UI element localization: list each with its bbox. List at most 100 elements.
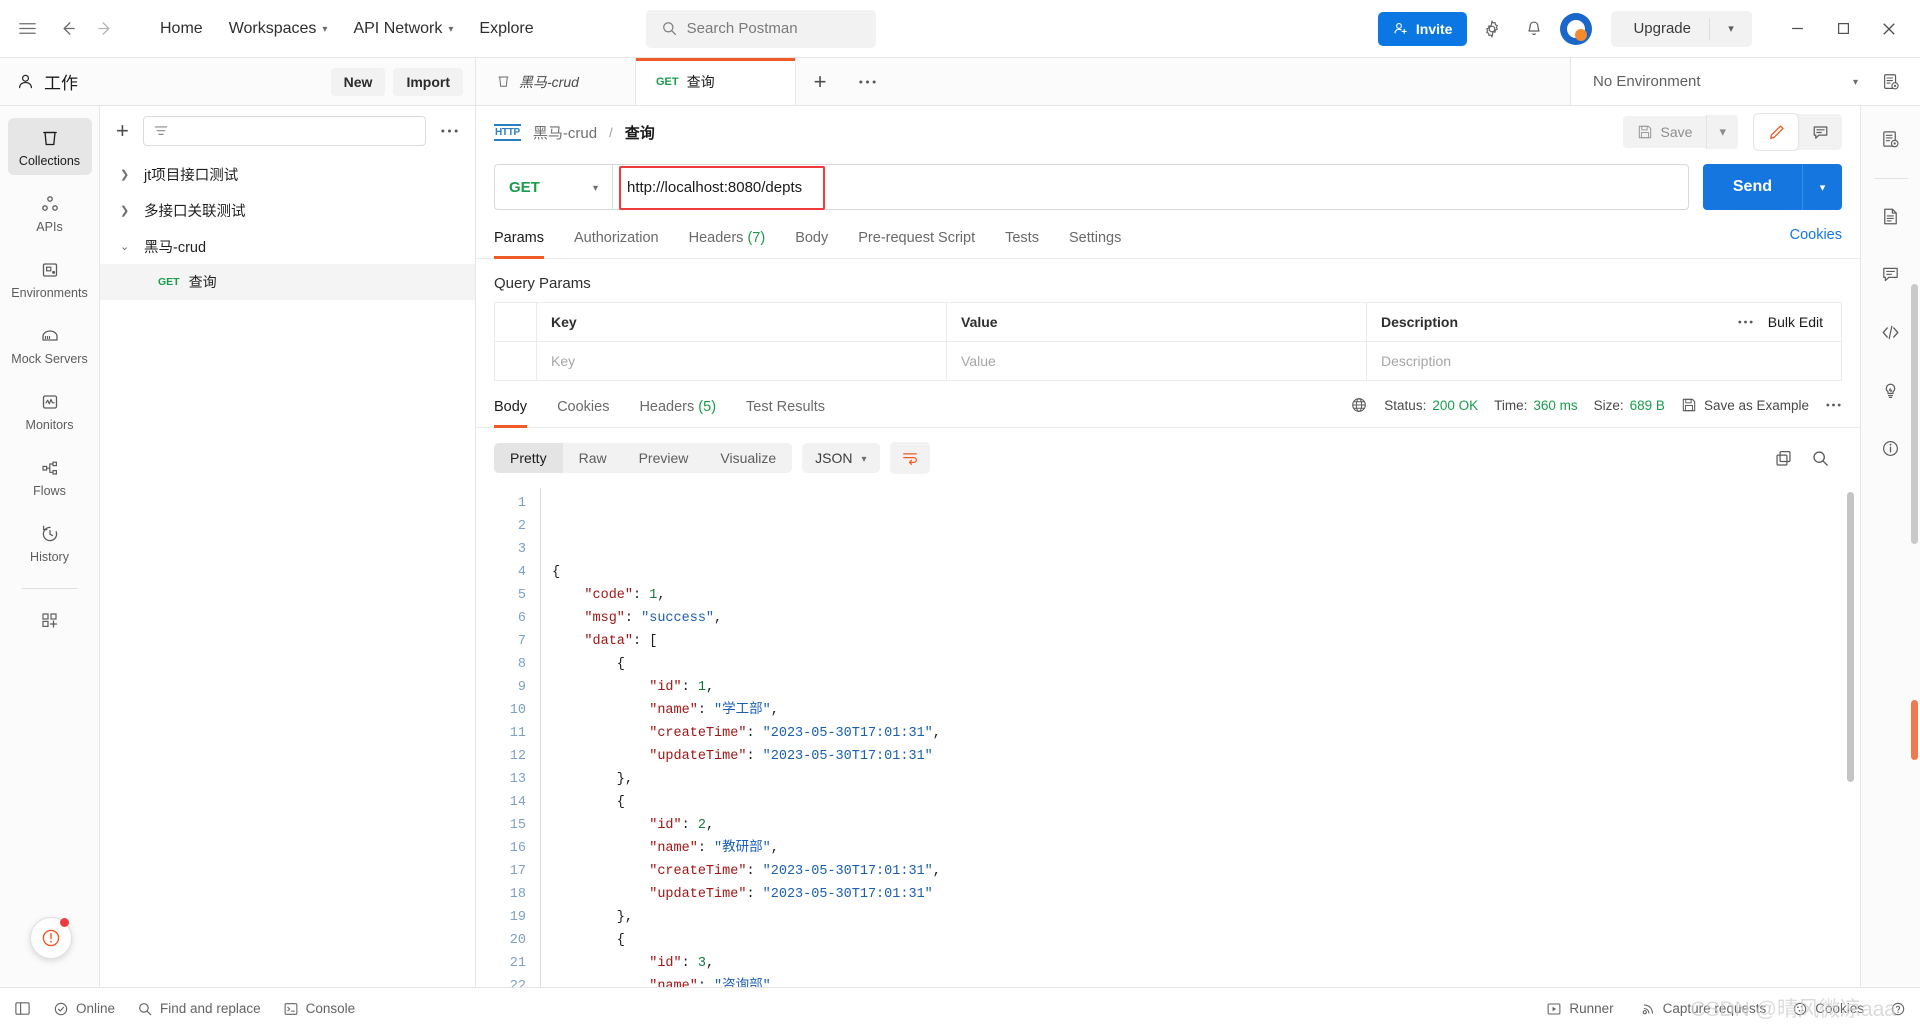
close-icon[interactable] bbox=[1866, 9, 1912, 49]
response-body-viewer[interactable]: 1 2 3 4 5 6 7 8 9 10 11 12 13 14 15 16 17 18 19 20 21 22 { "c… bbox=[476, 484, 1860, 987]
response-tab-body[interactable]: Body bbox=[494, 393, 528, 428]
environment-select[interactable]: No Environment ▾ bbox=[1585, 67, 1866, 96]
sidebar-collection-multi[interactable]: ❯ 多接口关联测试 bbox=[100, 192, 475, 228]
tab-tests[interactable]: Tests bbox=[1005, 224, 1039, 258]
rail-item-apis[interactable]: APIs bbox=[8, 184, 92, 241]
request-tab-query[interactable]: GET 查询 bbox=[636, 58, 796, 105]
rail-item-collections[interactable]: Collections bbox=[7, 118, 92, 175]
info-icon[interactable] bbox=[1870, 427, 1912, 469]
response-tab-test-results[interactable]: Test Results bbox=[746, 393, 825, 427]
breadcrumb-collection[interactable]: 黑马-crud bbox=[533, 122, 597, 143]
sidebar-toggle-icon[interactable] bbox=[14, 1000, 31, 1017]
help-fab-button[interactable] bbox=[30, 917, 72, 959]
wrap-lines-icon[interactable] bbox=[889, 442, 930, 474]
ellipsis-icon[interactable] bbox=[436, 128, 463, 134]
pencil-icon[interactable] bbox=[1754, 114, 1798, 150]
tab-settings[interactable]: Settings bbox=[1069, 224, 1121, 258]
sidebar-collection-jt[interactable]: ❯ jt项目接口测试 bbox=[100, 156, 475, 192]
arrow-right-icon[interactable] bbox=[88, 12, 122, 46]
http-method-select[interactable]: GET ▾ bbox=[494, 164, 612, 210]
save-as-example-button[interactable]: Save as Example bbox=[1681, 397, 1809, 413]
search-icon[interactable] bbox=[1811, 449, 1830, 468]
status-online[interactable]: Online bbox=[53, 1001, 115, 1017]
row-checkbox-cell[interactable] bbox=[495, 342, 537, 380]
view-mode-pretty[interactable]: Pretty bbox=[494, 443, 563, 473]
tab-body[interactable]: Body bbox=[795, 224, 828, 258]
breadcrumb-request-name[interactable]: 查询 bbox=[625, 122, 655, 143]
menu-item-api-network[interactable]: API Network ▾ bbox=[341, 13, 465, 45]
runner-button[interactable]: Runner bbox=[1546, 1001, 1614, 1017]
rail-item-environments[interactable]: Environments bbox=[8, 250, 92, 307]
ellipsis-icon[interactable] bbox=[1737, 319, 1754, 325]
pane-scrollbar[interactable] bbox=[1911, 284, 1918, 544]
description-input[interactable]: Description bbox=[1367, 342, 1841, 380]
menu-item-workspaces[interactable]: Workspaces ▾ bbox=[217, 13, 340, 45]
console-button[interactable]: Console bbox=[283, 1001, 355, 1017]
invite-button[interactable]: Invite bbox=[1377, 11, 1468, 46]
response-tab-headers[interactable]: Headers (5) bbox=[639, 393, 716, 427]
cookies-link[interactable]: Cookies bbox=[1790, 227, 1842, 255]
chevron-down-icon[interactable]: ▾ bbox=[1710, 22, 1752, 35]
environment-quick-look-icon[interactable] bbox=[1870, 118, 1912, 160]
lightbulb-icon[interactable] bbox=[1870, 369, 1912, 411]
sidebar-request-query[interactable]: GET 查询 bbox=[100, 264, 475, 300]
tab-params[interactable]: Params bbox=[494, 224, 544, 259]
comment-icon[interactable] bbox=[1798, 114, 1842, 150]
ellipsis-icon[interactable] bbox=[1825, 402, 1842, 408]
comments-icon[interactable] bbox=[1870, 253, 1912, 295]
code-snippet-icon[interactable] bbox=[1870, 311, 1912, 353]
sidebar-collection-heima-crud[interactable]: ⌄ 黑马-crud bbox=[100, 228, 475, 264]
view-mode-raw[interactable]: Raw bbox=[563, 443, 623, 473]
send-options-chevron-down-icon[interactable]: ▾ bbox=[1802, 164, 1842, 210]
json-code[interactable]: { "code": 1, "msg": "success", "data": [… bbox=[538, 484, 1860, 987]
plus-icon[interactable]: + bbox=[796, 58, 844, 105]
save-options-chevron-down-icon[interactable]: ▾ bbox=[1706, 115, 1738, 149]
rail-item-mock-servers[interactable]: Mock Servers bbox=[8, 316, 92, 373]
key-input[interactable]: Key bbox=[537, 342, 947, 380]
bulk-edit-button[interactable]: Bulk Edit bbox=[1768, 314, 1823, 330]
arrow-left-icon[interactable] bbox=[50, 12, 84, 46]
add-module-icon[interactable] bbox=[33, 603, 67, 637]
upgrade-button[interactable]: Upgrade ▾ bbox=[1611, 10, 1752, 47]
ellipsis-icon[interactable] bbox=[844, 58, 890, 105]
find-and-replace-button[interactable]: Find and replace bbox=[137, 1001, 261, 1017]
capture-requests-button[interactable]: Capture requests bbox=[1640, 1001, 1766, 1017]
maximize-icon[interactable] bbox=[1820, 9, 1866, 49]
view-mode-preview[interactable]: Preview bbox=[623, 443, 705, 473]
new-button[interactable]: New bbox=[330, 67, 386, 96]
search-input[interactable]: Search Postman bbox=[645, 9, 876, 48]
tab-pre-request-script[interactable]: Pre-request Script bbox=[858, 224, 975, 258]
menu-icon[interactable] bbox=[10, 12, 44, 46]
gear-icon[interactable] bbox=[1475, 12, 1509, 46]
request-tab-collection[interactable]: 黑马-crud bbox=[476, 58, 636, 105]
documentation-icon[interactable] bbox=[1870, 195, 1912, 237]
environment-quick-look-icon[interactable] bbox=[1876, 72, 1906, 92]
help-circle-icon[interactable] bbox=[1890, 1001, 1906, 1017]
bell-icon[interactable] bbox=[1517, 12, 1551, 46]
url-input[interactable]: http://localhost:8080/depts bbox=[612, 164, 1689, 210]
response-format-select[interactable]: JSON ▾ bbox=[802, 443, 880, 473]
minimize-icon[interactable] bbox=[1774, 9, 1820, 49]
postman-avatar-icon[interactable] bbox=[1559, 12, 1593, 46]
rail-item-history[interactable]: History bbox=[8, 514, 92, 571]
response-tab-cookies[interactable]: Cookies bbox=[557, 393, 609, 427]
tab-headers[interactable]: Headers (7) bbox=[689, 224, 766, 258]
select-all-checkbox-cell[interactable] bbox=[495, 303, 537, 341]
rail-item-monitors[interactable]: Monitors bbox=[8, 382, 92, 439]
cookies-button[interactable]: Cookies bbox=[1792, 1001, 1864, 1017]
menu-item-home[interactable]: Home bbox=[148, 13, 215, 45]
save-button[interactable]: Save bbox=[1622, 116, 1707, 148]
code-scrollbar[interactable] bbox=[1847, 492, 1854, 782]
value-input[interactable]: Value bbox=[947, 342, 1367, 380]
menu-item-explore[interactable]: Explore bbox=[467, 13, 545, 45]
tab-authorization[interactable]: Authorization bbox=[574, 224, 659, 258]
plus-icon[interactable]: + bbox=[112, 118, 133, 144]
rail-item-flows[interactable]: Flows bbox=[8, 448, 92, 505]
import-button[interactable]: Import bbox=[393, 67, 463, 96]
copy-icon[interactable] bbox=[1774, 449, 1793, 468]
send-button[interactable]: Send bbox=[1702, 164, 1802, 210]
pane-scrollbar-thumb[interactable] bbox=[1911, 700, 1918, 760]
workspace-name[interactable]: 工作 bbox=[16, 69, 78, 94]
view-mode-visualize[interactable]: Visualize bbox=[704, 443, 792, 473]
sidebar-filter-input[interactable] bbox=[142, 116, 426, 146]
